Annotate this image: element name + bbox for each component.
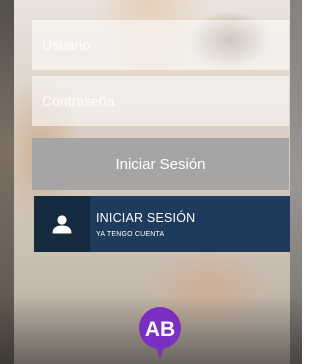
username-input[interactable] <box>32 20 289 70</box>
account-icon-box <box>34 196 90 252</box>
ab-logo-icon: AB <box>139 307 181 359</box>
user-icon <box>52 215 72 234</box>
account-button-text: INICIAR SESIÓN YA TENGO CUENTA <box>90 196 195 252</box>
existing-account-login-button[interactable]: INICIAR SESIÓN YA TENGO CUENTA <box>34 196 290 252</box>
login-screen: Iniciar Sesión INICIAR SESIÓN YA TENGO C… <box>0 0 302 364</box>
logo-text: AB <box>145 318 175 341</box>
account-button-title: INICIAR SESIÓN <box>96 210 196 225</box>
login-button[interactable]: Iniciar Sesión <box>32 138 289 190</box>
password-input[interactable] <box>32 76 289 126</box>
account-button-subtitle: YA TENGO CUENTA <box>96 230 165 238</box>
